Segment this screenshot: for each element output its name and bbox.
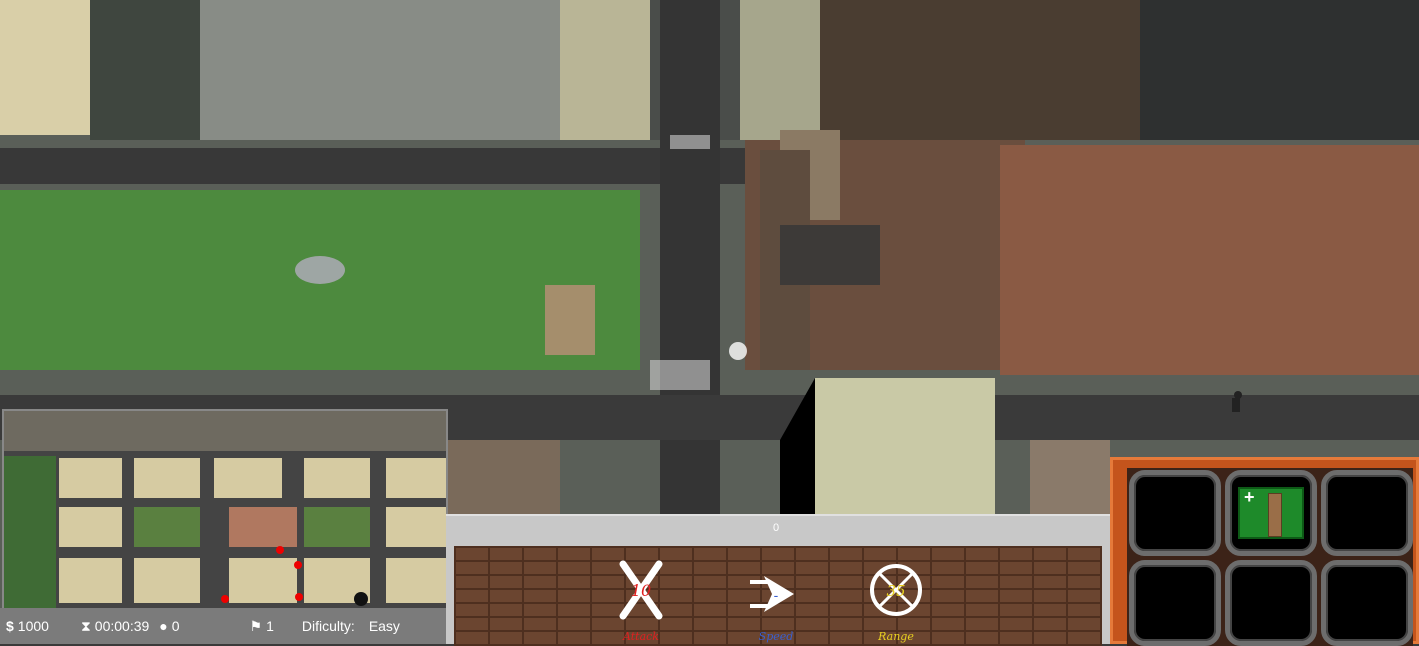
- timer-value: 00:00:39: [94, 618, 150, 634]
- range-stat: 35 Range: [856, 556, 936, 646]
- attack-label: Attack: [623, 630, 659, 643]
- inventory-slot[interactable]: [1321, 560, 1413, 646]
- add-badge: +: [1244, 487, 1255, 507]
- bomb-icon: ●: [159, 618, 168, 634]
- panel-handle[interactable]: 0: [773, 522, 779, 534]
- inventory-slot[interactable]: [1129, 470, 1221, 556]
- money-display: $ 1000: [6, 618, 49, 634]
- difficulty-display: Dificulty: Easy: [302, 618, 400, 634]
- difficulty-value: Easy: [368, 618, 400, 634]
- inventory-slot[interactable]: [1321, 470, 1413, 556]
- range-label: Range: [878, 630, 914, 643]
- hourglass-icon: ⧗: [80, 617, 91, 634]
- runner-icon: ⚑: [249, 617, 263, 634]
- tower-inventory: +: [1110, 457, 1419, 646]
- range-value: 35: [886, 582, 905, 600]
- dollar-icon: $: [6, 618, 14, 634]
- tower-stats-panel: 0 10 Attack - Speed 35 Range: [446, 514, 1112, 646]
- speed-stat: - Speed: [736, 556, 816, 646]
- inventory-grid: +: [1127, 468, 1413, 646]
- lives-value: 1: [266, 618, 274, 634]
- crosshair-icon: 35: [870, 564, 922, 616]
- money-value: 1000: [17, 618, 49, 634]
- minimap[interactable]: [2, 409, 448, 611]
- speed-value: -: [774, 587, 779, 603]
- inventory-slot[interactable]: [1129, 560, 1221, 646]
- tower-piece-icon: [1268, 493, 1282, 537]
- speed-arrows-icon: -: [750, 576, 794, 612]
- kills-value: 0: [171, 618, 180, 634]
- swords-icon: 10: [619, 560, 663, 620]
- timer-display: ⧗ 00:00:39: [81, 618, 149, 635]
- speed-label: Speed: [758, 630, 794, 643]
- tower-add-icon[interactable]: +: [1238, 487, 1304, 539]
- kills-display: ● 0: [159, 618, 179, 634]
- inventory-slot[interactable]: [1225, 560, 1317, 646]
- inventory-slot[interactable]: +: [1225, 470, 1317, 556]
- lives-display: ⚑ 1: [250, 618, 274, 635]
- attack-value: 10: [631, 581, 651, 600]
- difficulty-label: Dificulty:: [301, 618, 355, 634]
- status-bar: $ 1000 ⧗ 00:00:39 ● 0 ⚑ 1 Dificulty: Eas…: [0, 608, 446, 644]
- attack-stat: 10 Attack: [601, 556, 681, 646]
